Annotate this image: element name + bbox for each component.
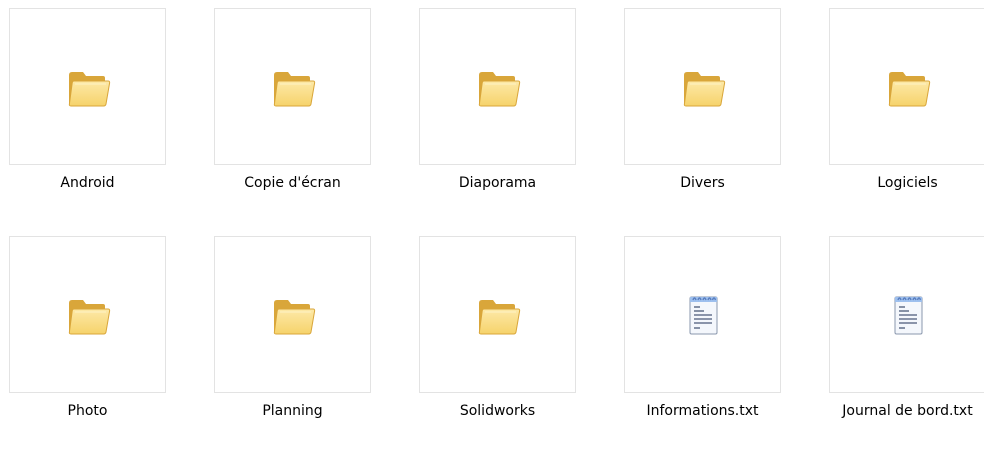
thumbnail-frame[interactable] xyxy=(624,8,781,165)
file-grid: Android Copie d'écran Diaporama Divers L… xyxy=(9,8,984,464)
folder-icon xyxy=(884,63,932,111)
file-item-planning[interactable]: Planning xyxy=(214,236,371,456)
file-name[interactable]: Informations.txt xyxy=(600,402,805,420)
file-item-divers[interactable]: Divers xyxy=(624,8,781,228)
thumbnail-frame[interactable] xyxy=(214,8,371,165)
thumbnail-frame[interactable] xyxy=(829,236,984,393)
file-name[interactable]: Photo xyxy=(0,402,190,420)
thumbnail-frame[interactable] xyxy=(419,8,576,165)
file-item-solidworks[interactable]: Solidworks xyxy=(419,236,576,456)
file-item-logiciels[interactable]: Logiciels xyxy=(829,8,984,228)
file-name[interactable]: Journal de bord.txt xyxy=(805,402,984,420)
thumbnail-frame[interactable] xyxy=(9,8,166,165)
text-file-icon xyxy=(884,291,932,339)
folder-icon xyxy=(269,291,317,339)
file-item-photo[interactable]: Photo xyxy=(9,236,166,456)
file-name[interactable]: Diaporama xyxy=(395,174,600,192)
file-name[interactable]: Divers xyxy=(600,174,805,192)
folder-icon xyxy=(64,291,112,339)
file-item-informations-txt[interactable]: Informations.txt xyxy=(624,236,781,456)
file-name[interactable]: Solidworks xyxy=(395,402,600,420)
file-item-diaporama[interactable]: Diaporama xyxy=(419,8,576,228)
thumbnail-frame[interactable] xyxy=(9,236,166,393)
folder-icon xyxy=(474,63,522,111)
folder-icon xyxy=(269,63,317,111)
thumbnail-frame[interactable] xyxy=(829,8,984,165)
folder-icon xyxy=(679,63,727,111)
file-name[interactable]: Android xyxy=(0,174,190,192)
folder-icon xyxy=(64,63,112,111)
file-item-journal-de-bord-txt[interactable]: Journal de bord.txt xyxy=(829,236,984,456)
file-name[interactable]: Logiciels xyxy=(805,174,984,192)
file-name[interactable]: Planning xyxy=(190,402,395,420)
text-file-icon xyxy=(679,291,727,339)
folder-icon xyxy=(474,291,522,339)
thumbnail-frame[interactable] xyxy=(214,236,371,393)
file-name[interactable]: Copie d'écran xyxy=(190,174,395,192)
file-item-copie-d-ecran[interactable]: Copie d'écran xyxy=(214,8,371,228)
file-item-android[interactable]: Android xyxy=(9,8,166,228)
thumbnail-frame[interactable] xyxy=(419,236,576,393)
thumbnail-frame[interactable] xyxy=(624,236,781,393)
